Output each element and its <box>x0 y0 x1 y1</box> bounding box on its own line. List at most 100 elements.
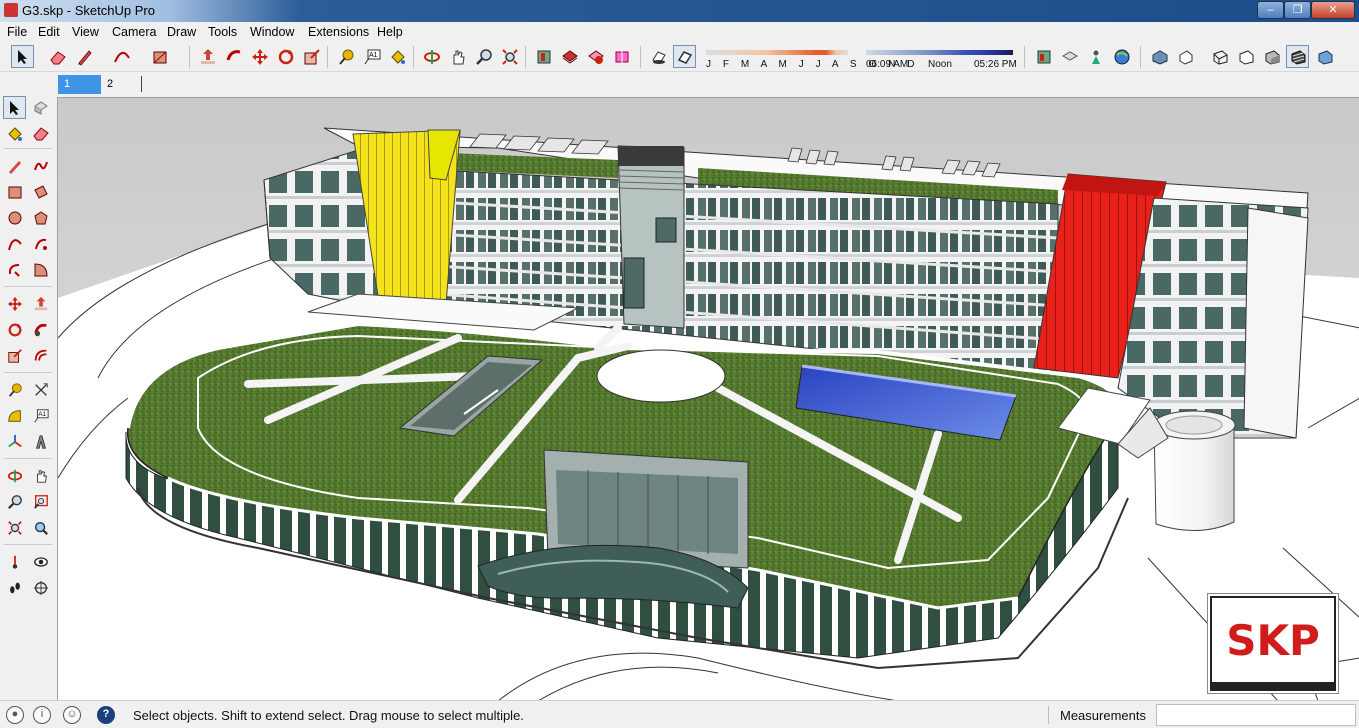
pan-icon[interactable] <box>446 45 469 68</box>
help-icon[interactable]: ? <box>97 706 115 724</box>
tape-measure-icon[interactable] <box>334 45 357 68</box>
measurements-input[interactable] <box>1156 704 1356 726</box>
model-viewport[interactable] <box>57 97 1359 700</box>
paint-bucket-icon[interactable] <box>386 45 409 68</box>
geo-location-icon[interactable]: ● <box>6 706 24 724</box>
close-button[interactable]: ✕ <box>1311 1 1355 19</box>
freehand-icon[interactable] <box>29 154 52 177</box>
paint-bucket-icon[interactable] <box>3 122 26 145</box>
eraser-icon[interactable] <box>29 122 52 145</box>
walk-icon[interactable] <box>3 576 26 599</box>
protractor-icon[interactable] <box>3 404 26 427</box>
shadow-date-slider[interactable]: J F M A M J J A S O N D <box>704 46 914 70</box>
shaded-icon[interactable] <box>1260 45 1283 68</box>
top-view-icon[interactable] <box>1058 45 1081 68</box>
rotated-rectangle-icon[interactable] <box>29 180 52 203</box>
extension-icon[interactable] <box>610 45 633 68</box>
iso-view-icon[interactable] <box>1032 45 1055 68</box>
zoom-window-icon[interactable] <box>29 490 52 513</box>
menu-camera[interactable]: Camera <box>112 25 156 39</box>
select-icon[interactable] <box>11 45 34 68</box>
wireframe-icon[interactable] <box>1208 45 1231 68</box>
menu-tools[interactable]: Tools <box>208 25 237 39</box>
menu-edit[interactable]: Edit <box>38 25 60 39</box>
xray-icon[interactable] <box>1174 45 1197 68</box>
push-pull-icon[interactable] <box>29 292 52 315</box>
front-view-icon[interactable] <box>1084 45 1107 68</box>
pan-icon[interactable] <box>29 464 52 487</box>
components-icon[interactable] <box>584 45 607 68</box>
menu-view[interactable]: View <box>72 25 99 39</box>
rotate-icon[interactable] <box>274 45 297 68</box>
zoom-extents-icon[interactable] <box>3 516 26 539</box>
date-gradient-bar <box>706 50 848 55</box>
component-icon[interactable] <box>29 96 52 119</box>
shadows-toggle-icon[interactable] <box>647 45 670 68</box>
line-icon[interactable] <box>3 154 26 177</box>
scene-tab-1[interactable]: 1 <box>58 75 101 94</box>
scale-icon[interactable] <box>300 45 323 68</box>
menu-bar: File Edit View Camera Draw Tools Window … <box>0 22 1359 42</box>
user-account-icon[interactable]: ☺ <box>63 706 81 724</box>
rectangle-icon[interactable] <box>148 45 171 68</box>
arc-icon[interactable] <box>3 232 26 255</box>
follow-me-icon[interactable] <box>29 318 52 341</box>
select-icon[interactable] <box>3 96 26 119</box>
window-title: G3.skp - SketchUp Pro <box>22 3 155 18</box>
menu-file[interactable]: File <box>7 25 27 39</box>
hidden-line-icon[interactable] <box>1234 45 1257 68</box>
move-icon[interactable] <box>248 45 271 68</box>
menu-window[interactable]: Window <box>250 25 294 39</box>
eraser-icon[interactable] <box>46 45 69 68</box>
polygon-icon[interactable] <box>29 206 52 229</box>
svg-text:A1: A1 <box>38 411 46 418</box>
right-view-icon[interactable] <box>1110 45 1133 68</box>
look-around-icon[interactable] <box>29 550 52 573</box>
three-point-arc-icon[interactable] <box>29 258 52 281</box>
section-plane-icon[interactable] <box>29 576 52 599</box>
title-bar: G3.skp - SketchUp Pro – ❐ ✕ <box>0 0 1359 22</box>
pencil-icon[interactable] <box>73 45 96 68</box>
follow-me-icon[interactable] <box>222 45 245 68</box>
3d-text-icon[interactable] <box>29 430 52 453</box>
status-divider <box>1048 706 1049 724</box>
shadow-time-slider[interactable]: 06:09 AM Noon 05:26 PM <box>862 46 1017 70</box>
zoom-extents-icon[interactable] <box>498 45 521 68</box>
position-camera-icon[interactable] <box>3 550 26 573</box>
scene-tab-2[interactable]: 2 <box>101 75 141 94</box>
warehouse-icon[interactable] <box>532 45 555 68</box>
pie-icon[interactable] <box>29 232 52 255</box>
share-model-icon[interactable] <box>558 45 581 68</box>
tape-measure-icon[interactable] <box>3 378 26 401</box>
orbit-icon[interactable] <box>420 45 443 68</box>
text-icon[interactable]: A1 <box>360 45 383 68</box>
menu-help[interactable]: Help <box>377 25 403 39</box>
monochrome-icon[interactable] <box>1313 45 1336 68</box>
fog-icon[interactable] <box>673 45 696 68</box>
time-end-label: 05:26 PM <box>974 59 1017 70</box>
back-view-icon[interactable] <box>1148 45 1171 68</box>
rectangle-icon[interactable] <box>3 180 26 203</box>
circle-icon[interactable] <box>3 206 26 229</box>
offset-icon[interactable] <box>29 344 52 367</box>
maximize-button[interactable]: ❐ <box>1284 1 1311 19</box>
scale-icon[interactable] <box>3 344 26 367</box>
dimension-icon[interactable] <box>29 378 52 401</box>
zoom-icon[interactable] <box>472 45 495 68</box>
menu-extensions[interactable]: Extensions <box>308 25 369 39</box>
zoom-icon[interactable] <box>3 490 26 513</box>
orbit-icon[interactable] <box>3 464 26 487</box>
shaded-texture-icon[interactable] <box>1286 45 1309 68</box>
push-pull-icon[interactable] <box>196 45 219 68</box>
menu-draw[interactable]: Draw <box>167 25 196 39</box>
rotate-icon[interactable] <box>3 318 26 341</box>
axes-icon[interactable] <box>3 430 26 453</box>
move-icon[interactable] <box>3 292 26 315</box>
previous-view-icon[interactable] <box>29 516 52 539</box>
text-icon[interactable]: A1 <box>29 404 52 427</box>
title-bar-background <box>0 0 1359 22</box>
credits-icon[interactable]: i <box>33 706 51 724</box>
two-point-arc-icon[interactable] <box>3 258 26 281</box>
arc-icon[interactable] <box>110 45 133 68</box>
minimize-button[interactable]: – <box>1257 1 1284 19</box>
